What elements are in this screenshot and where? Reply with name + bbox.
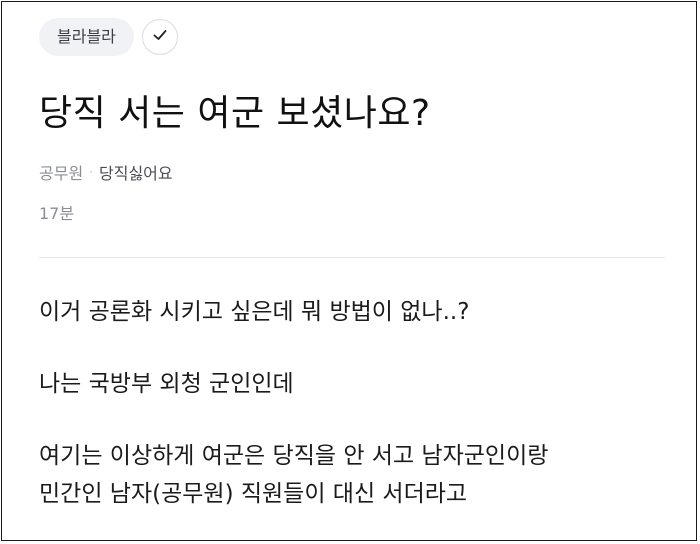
follow-topic-button[interactable] xyxy=(141,19,178,55)
body-line: 여기는 이상하게 여군은 당직을 안 서고 남자군인이랑 xyxy=(39,443,549,469)
divider xyxy=(39,257,665,258)
author-company[interactable]: 공무원 xyxy=(39,160,83,184)
topic-row: 블라블라 xyxy=(39,18,178,56)
post-card: 블라블라 당직 서는 여군 보셨나요? 공무원 · 당직싫어요 17분 이거 공… xyxy=(1,1,697,541)
post-body: 이거 공론화 시키고 싶은데 뭐 방법이 없나..? 나는 국방부 외청 군인인… xyxy=(39,293,679,513)
author-nickname[interactable]: 당직싫어요 xyxy=(99,160,173,184)
body-line: 이거 공론화 시키고 싶은데 뭐 방법이 없나..? xyxy=(39,299,470,325)
body-line: 나는 국방부 외청 군인인데 xyxy=(39,371,294,397)
post-time: 17분 xyxy=(39,204,75,223)
meta-separator: · xyxy=(89,165,93,179)
body-line: 민간인 남자(공무원) 직원들이 대신 서더라고 xyxy=(39,481,468,507)
topic-chip[interactable]: 블라블라 xyxy=(39,18,134,56)
check-icon xyxy=(151,26,169,48)
post-title: 당직 서는 여군 보셨나요? xyxy=(39,93,431,134)
author-meta: 공무원 · 당직싫어요 xyxy=(39,160,173,184)
